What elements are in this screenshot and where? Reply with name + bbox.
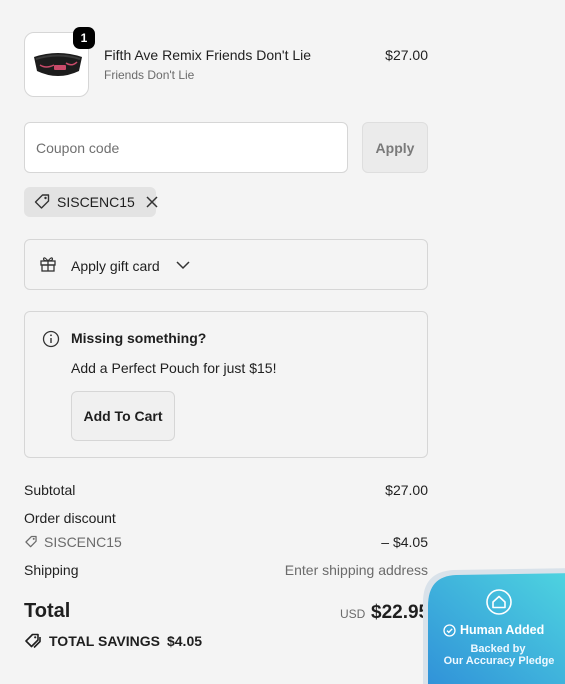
- shipping-value: Enter shipping address: [284, 562, 428, 578]
- total-label: Total: [24, 600, 71, 622]
- gift-card-label: Apply gift card: [71, 258, 160, 274]
- upsell-body: Add a Perfect Pouch for just $15!: [71, 360, 277, 376]
- quantity-badge: 1: [73, 27, 95, 49]
- shipping-label: Shipping: [24, 562, 79, 578]
- applied-discount-code: SISCENC15: [57, 194, 135, 210]
- add-to-cart-button[interactable]: Add To Cart: [71, 391, 175, 441]
- discount-code: SISCENC15: [24, 534, 428, 550]
- accuracy-pledge-badge: Human Added Backed by Our Accuracy Pledg…: [423, 566, 565, 684]
- check-circle-icon: [443, 623, 456, 637]
- discount-code-row: SISCENC15 – $4.05: [24, 534, 428, 550]
- product-name: Fifth Ave Remix Friends Don't Lie: [104, 47, 312, 63]
- subtotal-row: Subtotal $27.00: [24, 482, 428, 498]
- applied-discount-chip: SISCENC15: [24, 187, 159, 217]
- upsell-card: Missing something? Add a Perfect Pouch f…: [24, 311, 428, 458]
- fanny-pack-image: [34, 53, 82, 76]
- badge-title-text: Human Added: [460, 623, 545, 637]
- discount-code-text: SISCENC15: [44, 534, 122, 550]
- badge-title: Human Added: [443, 623, 544, 637]
- apply-coupon-button[interactable]: Apply: [362, 122, 428, 173]
- tag-icon: [33, 193, 51, 211]
- cart-line-item: 1 Fifth Ave Remix Friends Don't Lie Frie…: [24, 27, 428, 98]
- info-icon: [42, 330, 60, 353]
- total-currency: USD: [340, 607, 366, 621]
- product-variant: Friends Don't Lie: [104, 68, 195, 82]
- tag-icon: [24, 535, 38, 549]
- upsell-title: Missing something?: [71, 330, 207, 346]
- total-value: $22.95: [371, 602, 430, 623]
- tags-icon: [24, 632, 42, 650]
- home-icon: [485, 588, 513, 621]
- order-discount-label: Order discount: [24, 510, 116, 526]
- close-icon[interactable]: [145, 195, 159, 209]
- badge-subtitle-2: Our Accuracy Pledge: [443, 655, 555, 667]
- discount-value: – $4.05: [381, 534, 428, 550]
- subtotal-label: Subtotal: [24, 482, 76, 498]
- order-discount-row: Order discount: [24, 510, 428, 526]
- chevron-down-icon: [175, 258, 191, 276]
- badge-subtitle-1: Backed by: [470, 643, 526, 655]
- coupon-code-input[interactable]: [24, 122, 348, 173]
- savings-value: $4.05: [166, 633, 203, 649]
- gift-icon: [39, 255, 57, 278]
- shipping-row: Shipping Enter shipping address: [24, 562, 428, 578]
- total-savings: TOTAL SAVINGS $4.05: [24, 632, 202, 650]
- subtotal-value: $27.00: [385, 482, 428, 498]
- product-price: $27.00: [385, 47, 428, 63]
- savings-label: TOTAL SAVINGS: [49, 633, 160, 649]
- apply-gift-card-toggle[interactable]: Apply gift card: [24, 239, 428, 290]
